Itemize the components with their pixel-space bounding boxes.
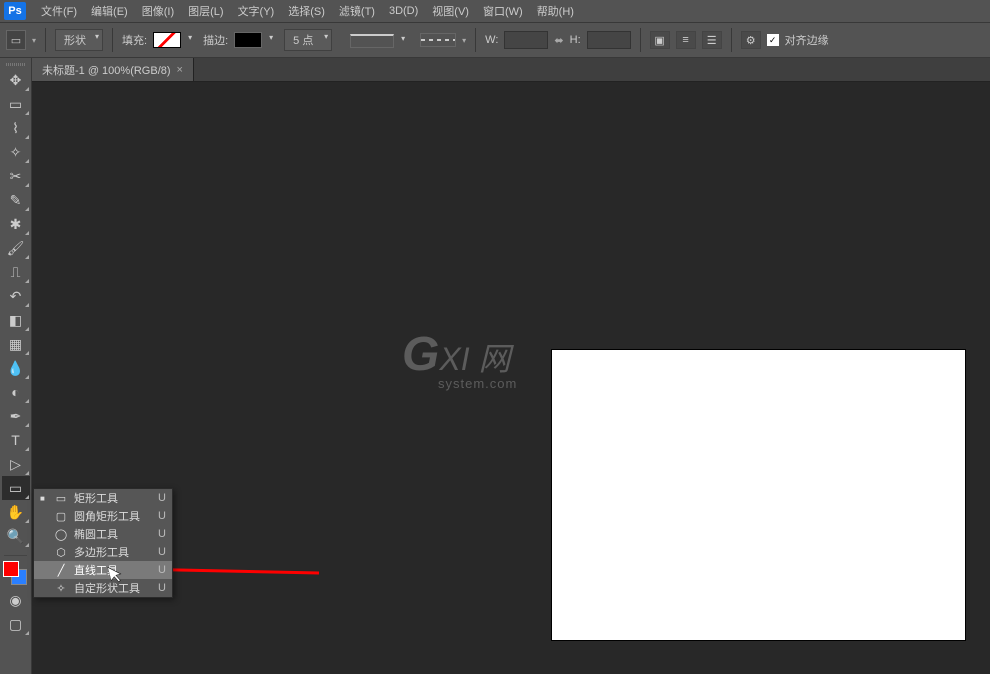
foreground-color[interactable] xyxy=(3,561,19,577)
flyout-rounded-rectangle-tool[interactable]: ▢ 圆角矩形工具 U xyxy=(34,507,172,525)
move-tool[interactable]: ✥ xyxy=(2,68,30,92)
gradient-tool[interactable]: ▦ xyxy=(2,332,30,356)
document-tabbar: 未标题-1 @ 100%(RGB/8) × xyxy=(32,58,990,82)
menu-bar: Ps 文件(F) 编辑(E) 图像(I) 图层(L) 文字(Y) 选择(S) 滤… xyxy=(0,0,990,22)
document-tab[interactable]: 未标题-1 @ 100%(RGB/8) × xyxy=(32,58,194,81)
shape-mode-dropdown[interactable]: 形状 xyxy=(55,29,103,51)
crop-tool[interactable]: ✂ xyxy=(2,164,30,188)
canvas-area[interactable]: GXI 网 system.com xyxy=(32,82,990,674)
color-swatches[interactable] xyxy=(0,558,31,588)
height-input[interactable] xyxy=(587,31,631,49)
document-tab-title: 未标题-1 @ 100%(RGB/8) xyxy=(42,62,171,78)
menu-select[interactable]: 选择(S) xyxy=(281,3,332,19)
lasso-tool[interactable]: ⌇ xyxy=(2,116,30,140)
type-tool[interactable]: T xyxy=(2,428,30,452)
height-label: H: xyxy=(570,34,581,46)
toolbar-grip[interactable] xyxy=(0,60,31,68)
rectangle-icon: ▭ xyxy=(54,492,68,505)
options-bar: ▭ ▾ 形状 填充: 描边: 5 点 ▾ W: ⬌ H: ▣ ≡ ☰ ⚙ ✓ 对… xyxy=(0,22,990,58)
shape-tool-flyout: ■ ▭ 矩形工具 U ▢ 圆角矩形工具 U ◯ 椭圆工具 U ⬡ 多边形工具 U… xyxy=(33,488,173,598)
custom-shape-icon: ✧ xyxy=(54,582,68,595)
path-arrange-icon[interactable]: ☰ xyxy=(702,31,722,49)
history-brush-tool[interactable]: ↶ xyxy=(2,284,30,308)
align-edges-label: 对齐边缘 xyxy=(785,32,829,48)
watermark: GXI 网 system.com xyxy=(402,327,517,391)
hand-tool[interactable]: ✋ xyxy=(2,500,30,524)
eyedropper-tool[interactable]: ✎ xyxy=(2,188,30,212)
canvas-container: 未标题-1 @ 100%(RGB/8) × GXI 网 system.com xyxy=(32,58,990,674)
selected-indicator: ■ xyxy=(40,494,48,503)
menu-layer[interactable]: 图层(L) xyxy=(181,3,230,19)
menu-image[interactable]: 图像(I) xyxy=(135,3,181,19)
tool-preset-icon[interactable]: ▭ xyxy=(6,30,26,50)
path-align-icon[interactable]: ≡ xyxy=(676,31,696,49)
quickmask-tool[interactable]: ◉ xyxy=(2,588,30,612)
path-select-tool[interactable]: ▷ xyxy=(2,452,30,476)
fill-label: 填充: xyxy=(122,32,147,48)
healing-tool[interactable]: ✱ xyxy=(2,212,30,236)
flyout-ellipse-tool[interactable]: ◯ 椭圆工具 U xyxy=(34,525,172,543)
menu-filter[interactable]: 滤镜(T) xyxy=(332,3,382,19)
width-label: W: xyxy=(485,34,498,46)
flyout-line-tool[interactable]: ╱ 直线工具 U xyxy=(34,561,172,579)
menu-window[interactable]: 窗口(W) xyxy=(476,3,530,19)
menu-3d[interactable]: 3D(D) xyxy=(382,5,425,17)
fill-color-swatch[interactable] xyxy=(153,32,181,48)
flyout-custom-shape-tool[interactable]: ✧ 自定形状工具 U xyxy=(34,579,172,597)
document-canvas[interactable] xyxy=(552,350,965,640)
stroke-style-dropdown[interactable] xyxy=(350,34,394,48)
rounded-rectangle-icon: ▢ xyxy=(54,510,68,523)
menu-file[interactable]: 文件(F) xyxy=(34,3,84,19)
eraser-tool[interactable]: ◧ xyxy=(2,308,30,332)
path-combine-icon[interactable]: ▣ xyxy=(650,31,670,49)
line-icon: ╱ xyxy=(54,564,68,577)
stroke-dash-dropdown[interactable] xyxy=(420,33,456,47)
stamp-tool[interactable]: ⎍ xyxy=(2,260,30,284)
toolbar: ✥ ▭ ⌇ ✧ ✂ ✎ ✱ 🖌 ⎍ ↶ ◧ ▦ 💧 ◐ ✒ T ▷ ▭ ✋ 🔍 … xyxy=(0,58,32,674)
menu-edit[interactable]: 编辑(E) xyxy=(84,3,135,19)
menu-type[interactable]: 文字(Y) xyxy=(231,3,282,19)
shape-tool[interactable]: ▭ xyxy=(2,476,30,500)
marquee-tool[interactable]: ▭ xyxy=(2,92,30,116)
align-edges-checkbox[interactable]: ✓ xyxy=(767,34,779,46)
menu-view[interactable]: 视图(V) xyxy=(425,3,476,19)
width-input[interactable] xyxy=(504,31,548,49)
screenmode-tool[interactable]: ▢ xyxy=(2,612,30,636)
ellipse-icon: ◯ xyxy=(54,528,68,541)
stroke-color-swatch[interactable] xyxy=(234,32,262,48)
menu-help[interactable]: 帮助(H) xyxy=(530,3,581,19)
zoom-tool[interactable]: 🔍 xyxy=(2,524,30,548)
close-tab-icon[interactable]: × xyxy=(177,64,183,76)
gear-icon[interactable]: ⚙ xyxy=(741,31,761,49)
stroke-size-dropdown[interactable]: 5 点 xyxy=(284,29,332,51)
dodge-tool[interactable]: ◐ xyxy=(2,380,30,404)
polygon-icon: ⬡ xyxy=(54,546,68,559)
flyout-rectangle-tool[interactable]: ■ ▭ 矩形工具 U xyxy=(34,489,172,507)
ps-logo: Ps xyxy=(4,2,26,20)
pen-tool[interactable]: ✒ xyxy=(2,404,30,428)
brush-tool[interactable]: 🖌 xyxy=(2,236,30,260)
link-wh-icon[interactable]: ⬌ xyxy=(554,34,563,47)
stroke-label: 描边: xyxy=(203,32,228,48)
blur-tool[interactable]: 💧 xyxy=(2,356,30,380)
magic-wand-tool[interactable]: ✧ xyxy=(2,140,30,164)
flyout-polygon-tool[interactable]: ⬡ 多边形工具 U xyxy=(34,543,172,561)
